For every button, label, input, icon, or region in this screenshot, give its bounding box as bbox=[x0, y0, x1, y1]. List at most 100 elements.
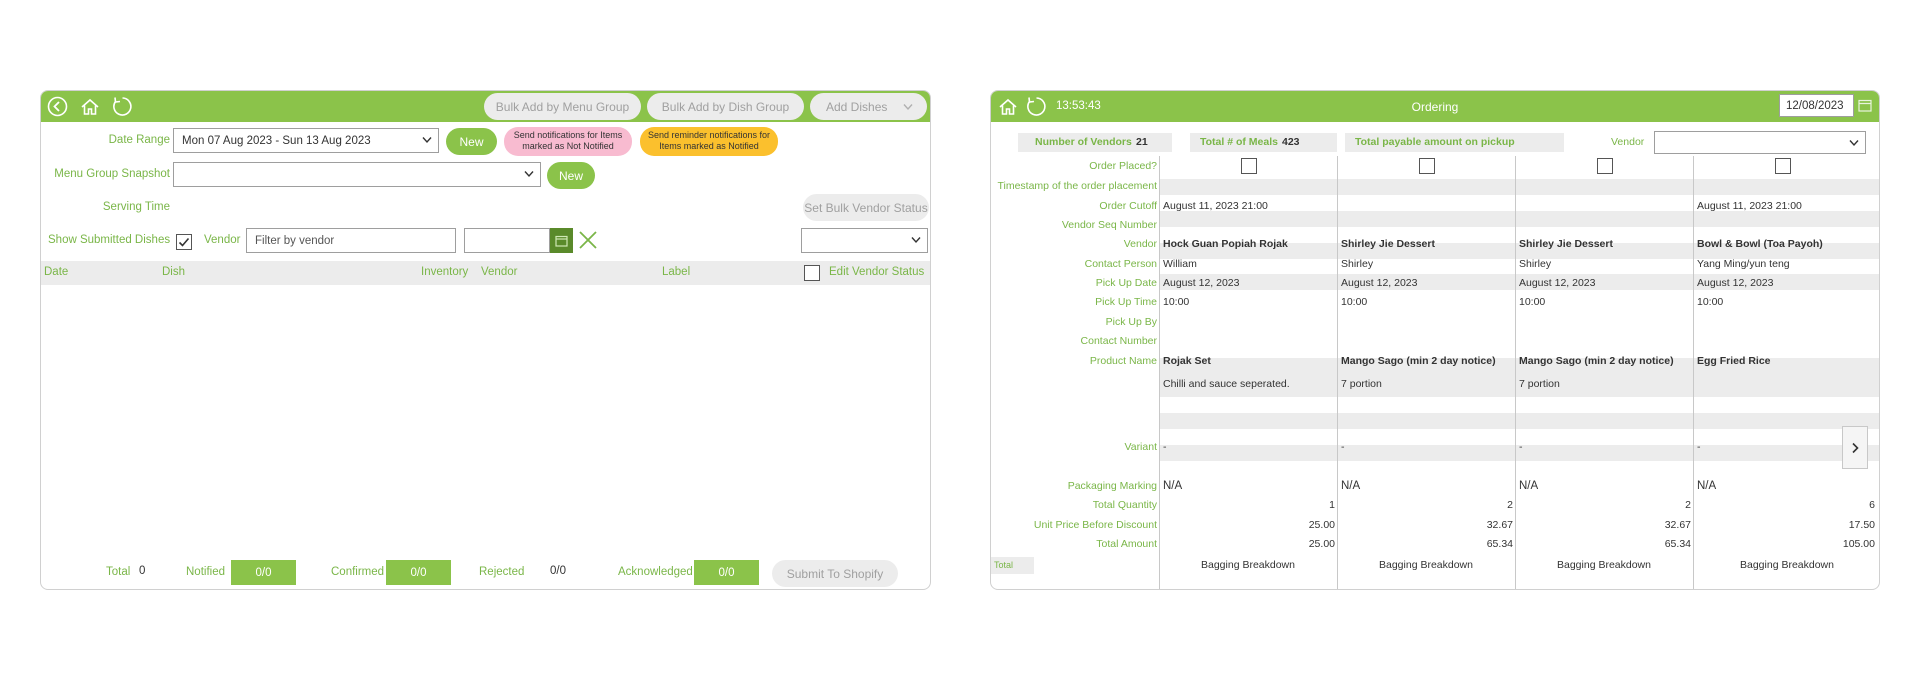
row-label-vendor: Vendor bbox=[1123, 238, 1157, 250]
pickup-date-cell: August 12, 2023 bbox=[1163, 277, 1240, 289]
menu-group-select[interactable] bbox=[173, 162, 541, 187]
total-footer-box: Total bbox=[991, 557, 1034, 574]
date-range-select[interactable]: Mon 07 Aug 2023 - Sun 13 Aug 2023 bbox=[173, 128, 439, 153]
acknowledged-label: Acknowledged bbox=[618, 566, 693, 578]
order-placed-checkbox[interactable] bbox=[1241, 158, 1257, 174]
vendor-cell: Shirley Jie Dessert bbox=[1519, 238, 1613, 250]
total-qty-cell: 2 bbox=[1507, 499, 1513, 511]
home-icon[interactable] bbox=[79, 96, 100, 117]
product-note-cell: Chilli and sauce seperated. bbox=[1163, 378, 1290, 390]
total-value: 0 bbox=[139, 565, 146, 577]
order-cutoff-cell: August 11, 2023 21:00 bbox=[1697, 200, 1802, 212]
vendors-count-label: Number of Vendors bbox=[1035, 136, 1132, 148]
pickup-time-cell: 10:00 bbox=[1697, 296, 1724, 308]
refresh-icon[interactable] bbox=[111, 95, 134, 118]
notified-label: Notified bbox=[186, 566, 225, 578]
variant-cell: - bbox=[1697, 441, 1701, 453]
bagging-breakdown-link[interactable]: Bagging Breakdown bbox=[1337, 559, 1515, 571]
bagging-breakdown-link[interactable]: Bagging Breakdown bbox=[1515, 559, 1693, 571]
payable-amount-box: Total payable amount on pickup bbox=[1345, 133, 1564, 152]
meals-count-label: Total # of Meals bbox=[1200, 136, 1278, 148]
variant-cell: - bbox=[1519, 441, 1523, 453]
order-placed-checkbox[interactable] bbox=[1419, 158, 1435, 174]
total-amount-cell: 105.00 bbox=[1842, 538, 1875, 550]
product-note-cell: 7 portion bbox=[1341, 378, 1382, 390]
total-amount-cell: 65.34 bbox=[1664, 538, 1691, 550]
date-input[interactable]: 12/08/2023 bbox=[1779, 94, 1854, 117]
chevron-right-icon bbox=[1852, 442, 1859, 453]
edit-vendor-status-checkbox[interactable] bbox=[804, 265, 820, 281]
pickup-time-cell: 10:00 bbox=[1341, 296, 1368, 308]
chevron-down-icon bbox=[1849, 140, 1859, 147]
send-reminder-button[interactable]: Send reminder notifications for Items ma… bbox=[640, 127, 778, 156]
vendor-select-label: Vendor bbox=[1611, 136, 1645, 148]
row-label-contact-person: Contact Person bbox=[1084, 258, 1157, 270]
product-name-cell: Mango Sago (min 2 day notice) bbox=[1519, 355, 1674, 367]
total-qty-cell: 2 bbox=[1685, 499, 1691, 511]
new-date-range-button[interactable]: New bbox=[446, 128, 497, 155]
set-bulk-vendor-status-button[interactable]: Set Bulk Vendor Status bbox=[803, 194, 929, 221]
show-submitted-checkbox[interactable] bbox=[176, 234, 192, 250]
pickup-time-cell: 10:00 bbox=[1163, 296, 1190, 308]
submit-to-shopify-button[interactable]: Submit To Shopify bbox=[772, 560, 898, 587]
variant-cell: - bbox=[1341, 441, 1345, 453]
vendor-filter-input[interactable]: Filter by vendor bbox=[246, 228, 456, 253]
calendar-icon[interactable] bbox=[1858, 99, 1874, 113]
unit-price-cell: 25.00 bbox=[1308, 519, 1335, 531]
next-page-button[interactable] bbox=[1842, 426, 1868, 469]
ordering-header: 13:53:43 Ordering 12/08/2023 bbox=[991, 91, 1879, 122]
left-toolbar: Bulk Add by Menu Group Bulk Add by Dish … bbox=[41, 91, 930, 122]
confirmed-value: 0/0 bbox=[386, 560, 451, 585]
menu-group-label: Menu Group Snapshot bbox=[54, 168, 170, 180]
chevron-down-icon bbox=[422, 137, 432, 144]
rejected-value: 0/0 bbox=[550, 565, 566, 577]
back-icon[interactable] bbox=[47, 96, 68, 117]
variant-cell: - bbox=[1163, 441, 1167, 453]
row-label-contact-number: Contact Number bbox=[1080, 335, 1157, 347]
order-cutoff-cell: August 11, 2023 21:00 bbox=[1163, 200, 1268, 212]
page-title: Ordering bbox=[1411, 100, 1459, 114]
send-notifications-button[interactable]: Send notifications for Items marked as N… bbox=[504, 127, 632, 156]
packaging-cell: N/A bbox=[1519, 480, 1539, 492]
vendor-status-select[interactable] bbox=[801, 228, 928, 253]
unit-price-cell: 17.50 bbox=[1848, 519, 1875, 531]
packaging-cell: N/A bbox=[1341, 480, 1361, 492]
product-name-cell: Rojak Set bbox=[1163, 355, 1211, 367]
pickup-time-cell: 10:00 bbox=[1519, 296, 1546, 308]
vendor-cell: Shirley Jie Dessert bbox=[1341, 238, 1435, 250]
total-amount-cell: 25.00 bbox=[1308, 538, 1335, 550]
row-label-vendor-seq: Vendor Seq Number bbox=[1061, 219, 1157, 231]
column-separator bbox=[1693, 156, 1694, 589]
total-qty-cell: 6 bbox=[1869, 499, 1875, 511]
bulk-add-dish-group-button[interactable]: Bulk Add by Dish Group bbox=[647, 93, 804, 120]
check-icon bbox=[178, 237, 190, 247]
vendors-count-value: 21 bbox=[1136, 136, 1148, 148]
row-label-order-placed: Order Placed? bbox=[1089, 160, 1157, 172]
order-placed-checkbox[interactable] bbox=[1775, 158, 1791, 174]
row-label-pickup-by: Pick Up By bbox=[1105, 316, 1157, 328]
order-placed-checkbox[interactable] bbox=[1597, 158, 1613, 174]
pickup-date-cell: August 12, 2023 bbox=[1697, 277, 1774, 289]
bulk-add-menu-group-button[interactable]: Bulk Add by Menu Group bbox=[484, 93, 641, 120]
vendor-filter-label: Vendor bbox=[204, 234, 241, 246]
product-name-cell: Mango Sago (min 2 day notice) bbox=[1341, 355, 1496, 367]
chevron-down-icon bbox=[524, 171, 534, 178]
bagging-breakdown-link[interactable]: Bagging Breakdown bbox=[1159, 559, 1337, 571]
chevron-down-icon bbox=[911, 237, 921, 244]
calendar-icon[interactable] bbox=[550, 228, 573, 253]
serving-time-label: Serving Time bbox=[102, 201, 170, 213]
unit-price-cell: 32.67 bbox=[1486, 519, 1513, 531]
vendor-filter-placeholder: Filter by vendor bbox=[255, 234, 335, 247]
vendor-select[interactable] bbox=[1654, 131, 1866, 154]
add-dishes-button[interactable]: Add Dishes bbox=[810, 93, 927, 120]
total-label: Total bbox=[106, 566, 131, 578]
row-label-variant: Variant bbox=[1124, 441, 1158, 453]
bagging-breakdown-link[interactable]: Bagging Breakdown bbox=[1693, 559, 1879, 571]
new-menu-group-button[interactable]: New bbox=[547, 162, 595, 189]
add-dishes-label: Add Dishes bbox=[826, 99, 888, 114]
clear-icon[interactable] bbox=[577, 229, 599, 251]
vendor-cell: Bowl & Bowl (Toa Payoh) bbox=[1697, 238, 1823, 250]
row-label-unit-price: Unit Price Before Discount bbox=[1033, 519, 1157, 531]
chevron-down-icon bbox=[903, 104, 913, 111]
date-picker-input[interactable] bbox=[464, 228, 550, 253]
